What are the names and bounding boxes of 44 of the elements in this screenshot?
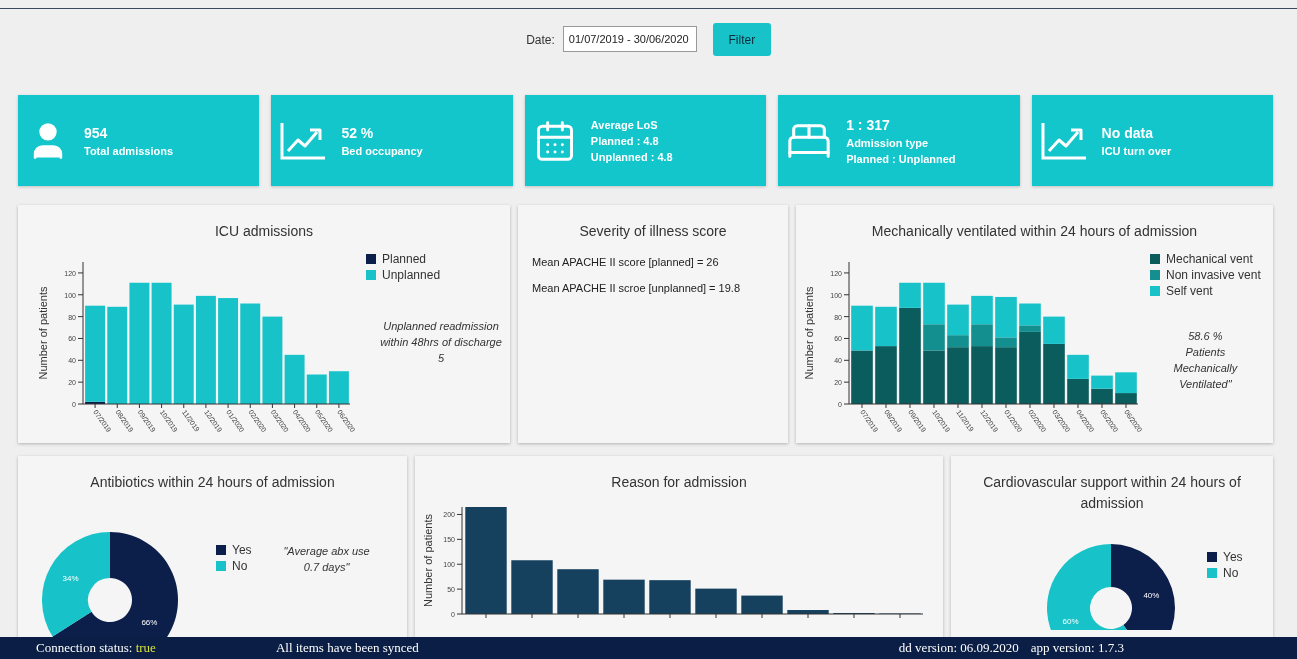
dd-version: dd version: 06.09.2020: [898, 640, 1019, 656]
connection-status: Connection status: true: [36, 640, 156, 656]
note-text: Unplanned readmission within 48hrs of discharge 5: [379, 319, 503, 366]
axis-title: Number of patients: [803, 286, 815, 380]
legend-label: Non invasive vent: [1166, 268, 1261, 282]
legend-label: Self vent: [1166, 284, 1213, 298]
note-text: "Average abx use 0.7 days": [282, 544, 371, 575]
stat-value: 954: [84, 124, 109, 141]
axis-title: Number of patients: [37, 286, 49, 380]
legend-label: No: [1223, 566, 1239, 580]
date-label: Date:: [526, 33, 555, 47]
slice-label: 60%: [1062, 617, 1079, 627]
legend-label: Yes: [232, 543, 252, 557]
stat-value: 52 %: [341, 124, 375, 141]
score-text: Mean APACHE II score [planned] = 26: [532, 256, 720, 268]
legend-label: Unplanned: [382, 268, 441, 282]
stat-label: Unplanned : 4.8: [590, 150, 673, 163]
stat-label: Average LoS: [590, 118, 659, 131]
panel-title: Antibiotics within 24 hours of admission: [89, 473, 336, 492]
slice-label: 40%: [1143, 590, 1160, 600]
panel-title: Reason for admission: [610, 473, 748, 492]
stat-label: Total admissions: [84, 144, 174, 157]
stat-label: Planned : Unplanned: [846, 152, 956, 165]
legend-label: Yes: [1223, 550, 1243, 564]
stat-label: Admission type: [846, 136, 930, 149]
stat-label: Planned : 4.8: [590, 134, 660, 147]
stat-value: No data: [1101, 124, 1154, 141]
note-text: 58.6 % Patients Mechanically Ventilated": [1172, 329, 1239, 392]
slice-label: 66%: [141, 617, 158, 627]
axis-title: Number of patients: [422, 514, 434, 607]
app-version: app version: 1.7.3: [1030, 640, 1124, 656]
legend-label: Mechanical vent: [1166, 252, 1253, 266]
panel-title: Severity of illness score: [578, 222, 728, 241]
stat-label: Bed occupancy: [341, 144, 423, 157]
score-text: Mean APACHE II scroe [unplanned] = 19.8: [532, 282, 741, 294]
stat-value: 1 : 317: [846, 116, 891, 133]
legend-label: Planned: [382, 252, 427, 266]
panel-title: Mechanically ventilated within 24 hours of admission: [870, 222, 1199, 241]
slice-label: 34%: [62, 574, 79, 584]
panel-title: Cardiovascular support within 24 hours of admission: [982, 473, 1242, 513]
sync-status: All items have been synced: [275, 640, 419, 656]
panel-title: ICU admissions: [214, 222, 314, 241]
stat-label: ICU turn over: [1101, 144, 1172, 157]
legend-label: No: [232, 559, 248, 573]
